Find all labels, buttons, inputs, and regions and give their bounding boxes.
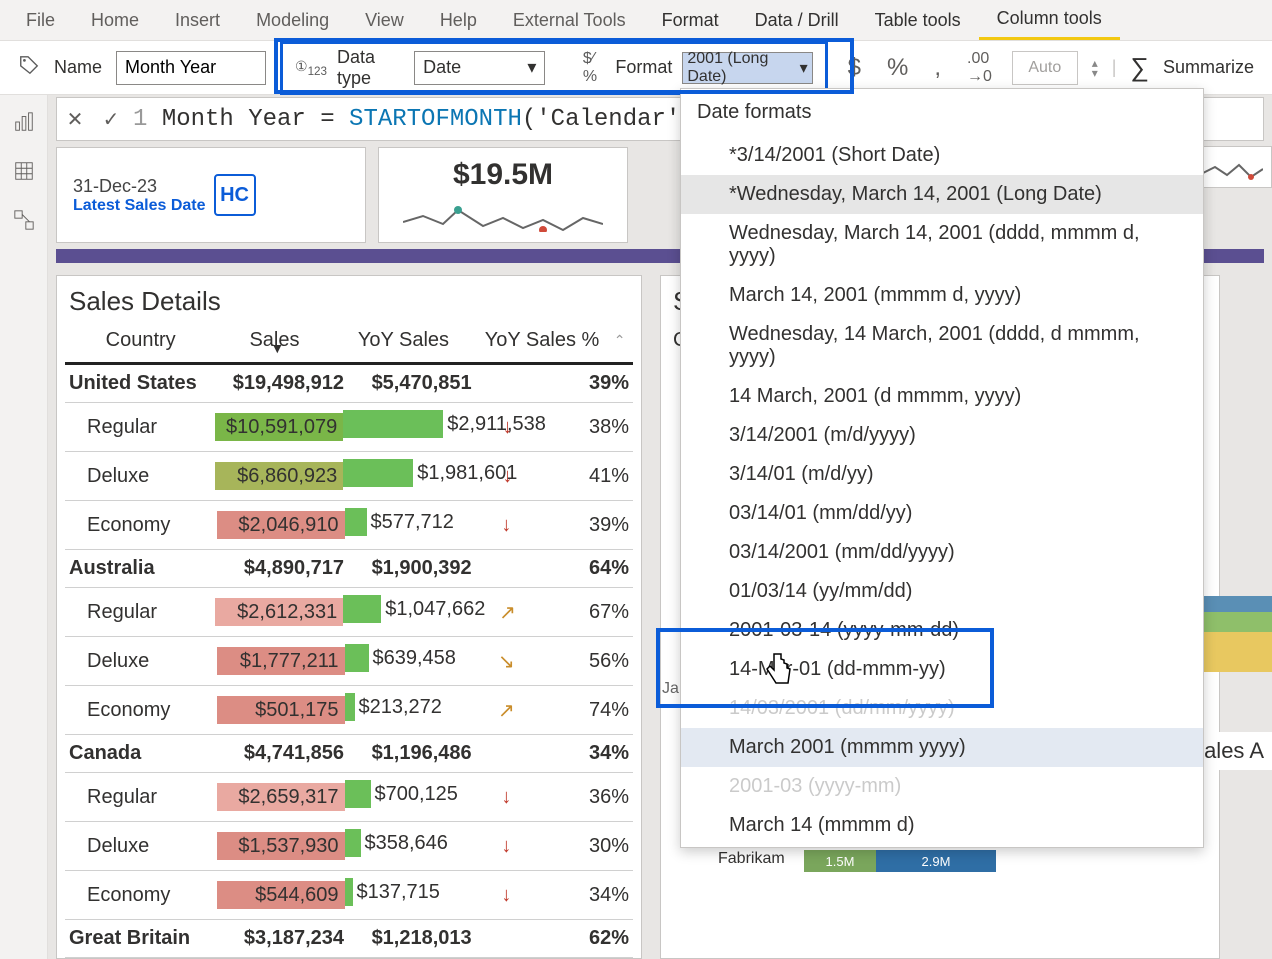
dropdown-header: Date formats — [681, 89, 1203, 136]
date-format-option[interactable]: 2001-03-14 (yyyy-mm-dd) — [681, 611, 1203, 650]
tag-icon — [18, 54, 40, 81]
ribbon: FileHomeInsertModelingViewHelpExternal T… — [0, 0, 1272, 41]
stepper-icon[interactable]: ▴▾ — [1092, 58, 1098, 78]
name-label: Name — [54, 57, 102, 78]
total-sales-value: $19.5M — [453, 158, 553, 192]
tab-column-tools[interactable]: Column tools — [979, 0, 1120, 40]
col-yoy[interactable]: YoY Sales — [337, 329, 471, 352]
fabrikam-label: Fabrikam — [718, 850, 785, 868]
sort-desc-icon: ▼ — [270, 340, 284, 356]
col-sales[interactable]: Sales▼ — [212, 329, 336, 352]
area-chart-peek — [1200, 580, 1272, 672]
date-format-option[interactable]: 03/14/2001 (mm/dd/yyyy) — [681, 533, 1203, 572]
format-select[interactable]: 2001 (Long Date)▾ — [682, 52, 812, 84]
date-format-option[interactable]: Wednesday, 14 March, 2001 (dddd, d mmmm,… — [681, 315, 1203, 377]
percent-button[interactable]: % — [881, 54, 914, 82]
date-format-option[interactable]: 01 (yy) — [681, 845, 1203, 848]
total-sales-card[interactable]: $19.5M — [378, 147, 628, 243]
datatype-icon: ①123 — [295, 58, 327, 78]
col-pct[interactable]: YoY Sales % — [470, 329, 613, 352]
panel-title: Sales Details — [57, 276, 641, 323]
commit-formula-icon[interactable]: ✓ — [93, 107, 129, 132]
table-group-row[interactable]: Canada$4,741,856$1,196,48634% — [57, 735, 641, 772]
table-row[interactable]: Economy $501,175 $213,272 ↗ 74% — [57, 686, 641, 734]
model-view-icon[interactable] — [13, 209, 35, 236]
tab-format[interactable]: Format — [644, 2, 737, 39]
axis-label-jan: Ja — [662, 680, 679, 698]
tab-modeling[interactable]: Modeling — [238, 2, 347, 39]
tab-table-tools[interactable]: Table tools — [857, 2, 979, 39]
decimals-button[interactable]: .00→0 — [961, 50, 998, 86]
latest-date-value: 31-Dec-23 — [73, 176, 206, 197]
col-country[interactable]: Country — [69, 329, 212, 352]
ribbon-tabs: FileHomeInsertModelingViewHelpExternal T… — [0, 0, 1272, 40]
date-format-option[interactable]: March 14 (mmmm d) — [681, 806, 1203, 845]
tab-file[interactable]: File — [8, 2, 73, 39]
table-row[interactable]: Economy $2,046,910 $577,712 ↓ 39% — [57, 501, 641, 549]
tab-external-tools[interactable]: External Tools — [495, 2, 644, 39]
date-format-option[interactable]: March 14, 2001 (mmmm d, yyyy) — [681, 276, 1203, 315]
sigma-icon: ∑ — [1130, 52, 1149, 83]
report-view-icon[interactable] — [13, 111, 35, 138]
column-name-input[interactable] — [116, 51, 266, 85]
datatype-select[interactable]: Date▾ — [414, 51, 545, 85]
expand-icon[interactable]: ⌃ — [614, 332, 629, 349]
table-group-row[interactable]: United States$19,498,912$5,470,85139% — [57, 365, 641, 402]
data-view-icon[interactable] — [13, 160, 35, 187]
fabrikam-bar: 1.5M 2.9M — [804, 850, 996, 872]
tab-insert[interactable]: Insert — [157, 2, 238, 39]
table-header: Country Sales▼ YoY Sales YoY Sales % ⌃ — [57, 323, 641, 362]
table-row[interactable]: Deluxe $6,860,923 $1,981,601 ↓ 41% — [57, 452, 641, 500]
date-format-option[interactable]: March 2001 (mmmm yyyy) — [681, 728, 1203, 767]
date-format-option[interactable]: 01/03/14 (yy/mm/dd) — [681, 572, 1203, 611]
date-format-option[interactable]: 03/14/01 (mm/dd/yy) — [681, 494, 1203, 533]
formula-text[interactable]: 1 Month Year = STARTOFMONTH('Calendar'[D… — [129, 106, 724, 133]
table-row[interactable]: Regular $2,612,331 $1,047,662 ↗ 67% — [57, 588, 641, 636]
format-label: Format — [615, 57, 672, 78]
datatype-format-group: ①123 Data type Date▾ $⁄% Format 2001 (Lo… — [280, 41, 828, 95]
chevron-down-icon: ▾ — [527, 57, 536, 78]
tab-view[interactable]: View — [347, 2, 422, 39]
sparkline-icon — [403, 200, 603, 232]
tab-data-drill[interactable]: Data / Drill — [737, 2, 857, 39]
view-rail — [0, 95, 48, 959]
date-format-option[interactable]: 14-Mar-01 (dd-mmm-yy) — [681, 650, 1203, 689]
date-format-option[interactable]: *3/14/2001 (Short Date) — [681, 136, 1203, 175]
datatype-label: Data type — [337, 47, 404, 89]
comma-button[interactable]: , — [928, 54, 947, 82]
table-row[interactable]: Regular $10,591,079 $2,911,538 ↓ 38% — [57, 403, 641, 451]
table-row[interactable]: Deluxe $1,777,211 $639,458 ↘ 56% — [57, 637, 641, 685]
cancel-formula-icon[interactable]: ✕ — [57, 107, 93, 132]
date-format-option[interactable]: 2001-03 (yyyy-mm) — [681, 767, 1203, 806]
sparkline-icon — [1203, 157, 1263, 181]
table-group-row[interactable]: Great Britain$3,187,234$1,218,01362% — [57, 920, 641, 957]
table-row[interactable]: Regular $2,659,317 $700,125 ↓ 36% — [57, 773, 641, 821]
auto-decimals-input[interactable]: Auto — [1012, 51, 1078, 85]
logo-icon: HC — [214, 174, 256, 216]
tab-help[interactable]: Help — [422, 2, 495, 39]
latest-sales-date-card[interactable]: 31-Dec-23 Latest Sales Date HC — [56, 147, 366, 243]
format-icon: $⁄% — [583, 50, 605, 86]
column-tools-toolbar: Name ①123 Data type Date▾ $⁄% Format 200… — [0, 41, 1272, 95]
currency-button[interactable]: $ — [842, 54, 867, 82]
table-row[interactable]: Deluxe $1,537,930 $358,646 ↓ 30% — [57, 822, 641, 870]
date-format-option[interactable]: 14/03/2001 (dd/mm/yyyy) — [681, 689, 1203, 728]
table-group-row[interactable]: Australia$4,890,717$1,900,39264% — [57, 550, 641, 587]
chevron-down-icon: ▾ — [800, 58, 808, 78]
cursor-hand-icon — [764, 652, 794, 696]
latest-date-label: Latest Sales Date — [73, 197, 206, 215]
tab-home[interactable]: Home — [73, 2, 157, 39]
date-format-option[interactable]: 14 March, 2001 (d mmmm, yyyy) — [681, 377, 1203, 416]
date-format-dropdown[interactable]: Date formats *3/14/2001 (Short Date)*Wed… — [680, 88, 1204, 848]
date-format-option[interactable]: 3/14/2001 (m/d/yyyy) — [681, 416, 1203, 455]
table-row[interactable]: Economy $544,609 $137,715 ↓ 34% — [57, 871, 641, 919]
date-format-option[interactable]: Wednesday, March 14, 2001 (dddd, mmmm d,… — [681, 214, 1203, 276]
sales-details-panel[interactable]: Sales Details Country Sales▼ YoY Sales Y… — [56, 275, 642, 959]
summarize-label: Summarize — [1163, 57, 1254, 78]
date-format-option[interactable]: *Wednesday, March 14, 2001 (Long Date) — [681, 175, 1203, 214]
date-format-option[interactable]: 3/14/01 (m/d/yy) — [681, 455, 1203, 494]
